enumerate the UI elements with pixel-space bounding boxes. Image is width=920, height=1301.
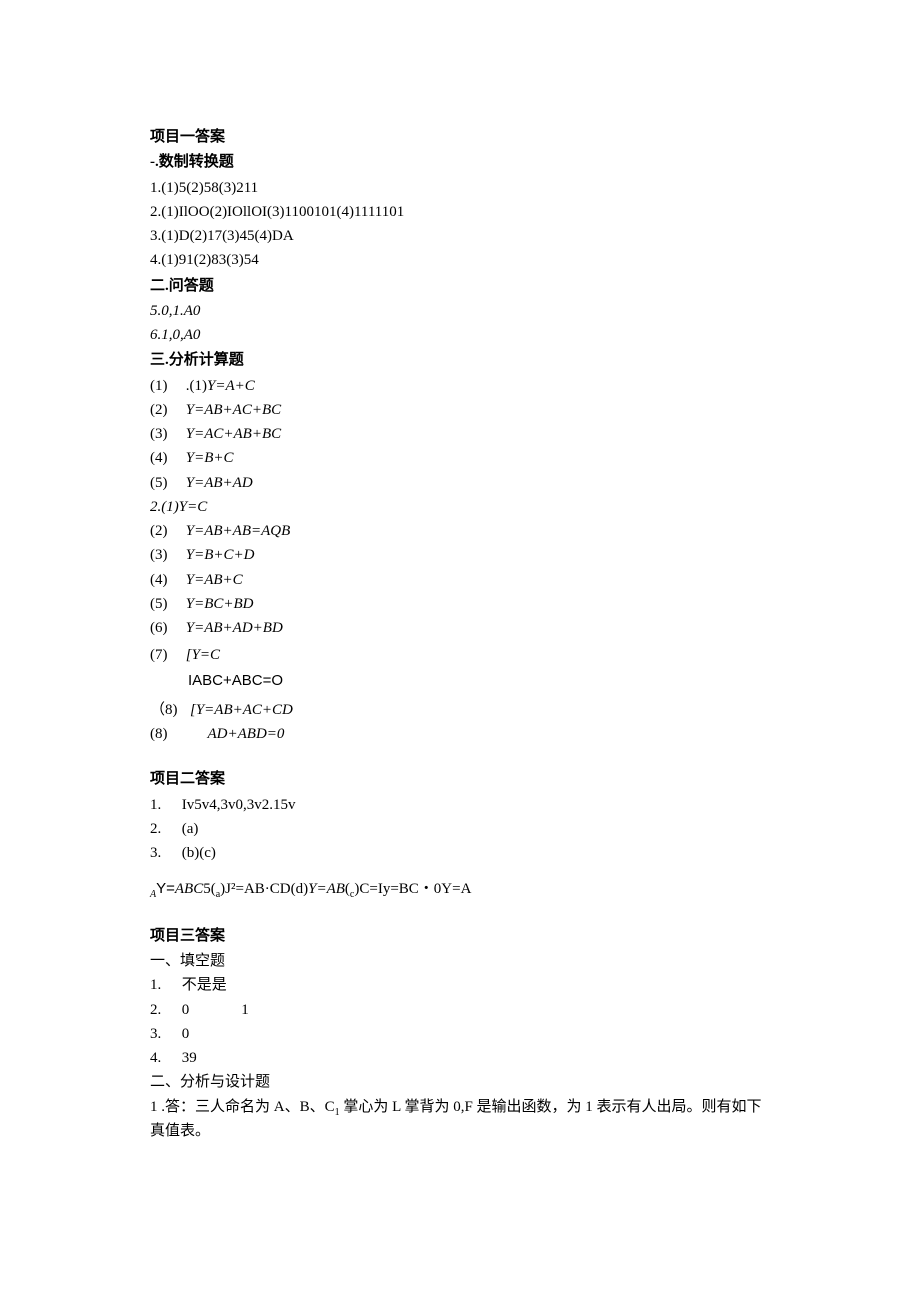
section3-title: 项目三答案 [150,925,770,948]
formula-part-g: )C=Iy=BC・0Y=A [354,881,471,897]
item-number: (3) [150,544,182,567]
s2-formula-line: AY=ABC5(a)J²=AB·CD(d)Y=AB(c)C=Iy=BC・0Y=A [150,877,770,903]
item-number: 3. [150,842,178,865]
section2-title: 项目二答案 [150,768,770,791]
item-formula: Y=AB+AD+BD [186,620,283,636]
item-number: 4. [150,1047,178,1070]
item-number: (5) [150,593,182,616]
item-number: 3. [150,1023,178,1046]
q1-text-a: .答：三人命名为 A、B、C [161,1099,334,1115]
item-formula: Y=B+C [186,450,234,466]
item-formula: Y=AB+AD [186,475,253,491]
item-formula: Y=AB+AC+BC [186,402,281,418]
formula-part-b: ABC [175,881,203,897]
item-value: Iv5v4,3v0,3v2.15v [182,797,296,813]
s1p3-g1-line-1: (1) .(1)Y=A+C [150,375,770,398]
s2-item-3: 3. (b)(c) [150,842,770,865]
s3-fill-4: 4. 39 [150,1047,770,1070]
s1p3-g1-line-4: (4) Y=B+C [150,447,770,470]
item-formula: Y=A+C [207,378,255,394]
item-number: （8) [150,699,190,722]
item-formula: Y=AB+AB=AQB [186,523,291,539]
item-number: 2. [150,999,178,1022]
item-number: (6) [150,617,182,640]
section1-part3-title: 三.分析计算题 [150,349,770,372]
section3-part2-title: 二、分析与设计题 [150,1071,770,1094]
fill-answer-b: 是 [212,977,227,993]
item-formula: [Y=AB+AC+CD [190,702,293,718]
s3-fill-1: 1. 不是是 [150,974,770,997]
s1p3-g1-line-5: (5) Y=AB+AD [150,472,770,495]
s1p2-line-2: 6.1,0,A0 [150,324,770,347]
s1p2-line-1: 5.0,1.A0 [150,300,770,323]
s1p1-line-4: 4.(1)91(2)83(3)54 [150,249,770,272]
s1p3-item8a: （8)[Y=AB+AC+CD [150,699,770,722]
s1p3-g2-line-5: (5) Y=BC+BD [150,593,770,616]
formula-part-a: Y= [156,880,175,897]
item-formula: Y=AC+AB+BC [186,426,281,442]
item-number: (1) [150,375,182,398]
s2-item-1: 1. Iv5v4,3v0,3v2.15v [150,794,770,817]
fill-answer-a: 0 [182,1002,190,1018]
section3-part1-title: 一、填空题 [150,950,770,973]
s2-item-2: 2. (a) [150,818,770,841]
s1p1-line-2: 2.(1)IlOO(2)IOllOI(3)1100101(4)1111101 [150,201,770,224]
fill-answer-a: 0 [182,1026,190,1042]
item-prefix: .(1) [186,378,207,394]
fill-answer-b: 1 [241,1002,249,1018]
item-number: 1. [150,974,178,997]
item-number: (7) [150,644,182,667]
item-value: (a) [182,821,199,837]
item-number: (4) [150,569,182,592]
formula-part-c: 5( [203,881,216,897]
item-number: (8) [150,723,182,746]
s1p3-g2-first: 2.(1)Y=C [150,496,770,519]
s1p3-g1-line-3: (3) Y=AC+AB+BC [150,423,770,446]
section1-title: 项目一答案 [150,126,770,149]
item-number: (2) [150,399,182,422]
fill-answer-a: 39 [182,1050,197,1066]
item-formula: Y=BC+BD [186,596,254,612]
s1p1-line-1: 1.(1)5(2)58(3)211 [150,177,770,200]
s3p2-q1: 1 .答：三人命名为 A、B、C1 掌心为 L 掌背为 0,F 是输出函数，为 … [150,1096,770,1144]
formula-part-e: Y=AB [308,881,345,897]
q1-number: 1 [150,1099,158,1115]
item-number: (2) [150,520,182,543]
s1p1-line-3: 3.(1)D(2)17(3)45(4)DA [150,225,770,248]
s1p3-item7-a: (7) [Y=C [150,644,770,667]
s1p3-g2-line-4: (4) Y=AB+C [150,569,770,592]
document-page: 项目一答案 -.数制转换题 1.(1)5(2)58(3)211 2.(1)IlO… [0,0,920,1224]
s1p3-item8b: (8) AD+ABD=0 [150,723,770,746]
item-formula: Y=AB+C [186,572,243,588]
item-formula: AD+ABD=0 [208,726,285,742]
s3-fill-2: 2. 0 1 [150,999,770,1022]
item-formula: IABC+ABC=O [188,672,283,689]
s1p3-g2-line-3: (3) Y=B+C+D [150,544,770,567]
item-formula: [Y=C [186,647,220,663]
item-formula: Y=B+C+D [186,547,255,563]
item-number: 2. [150,818,178,841]
s1p3-g2-line-6: (6) Y=AB+AD+BD [150,617,770,640]
s3-fill-3: 3. 0 [150,1023,770,1046]
item-value: (b)(c) [182,845,216,861]
s1p3-item7-b: IABC+ABC=O [150,669,770,693]
fill-answer-a: 不是 [182,977,212,993]
section1-part2-title: 二.问答题 [150,275,770,298]
s1p3-g2-line-2: (2) Y=AB+AB=AQB [150,520,770,543]
item-number: 1. [150,794,178,817]
item-number: (4) [150,447,182,470]
section1-part1-title: -.数制转换题 [150,151,770,174]
item-number: (3) [150,423,182,446]
item-number: (5) [150,472,182,495]
s1p3-g1-line-2: (2) Y=AB+AC+BC [150,399,770,422]
formula-part-d: )J²=AB·CD(d) [220,881,308,897]
